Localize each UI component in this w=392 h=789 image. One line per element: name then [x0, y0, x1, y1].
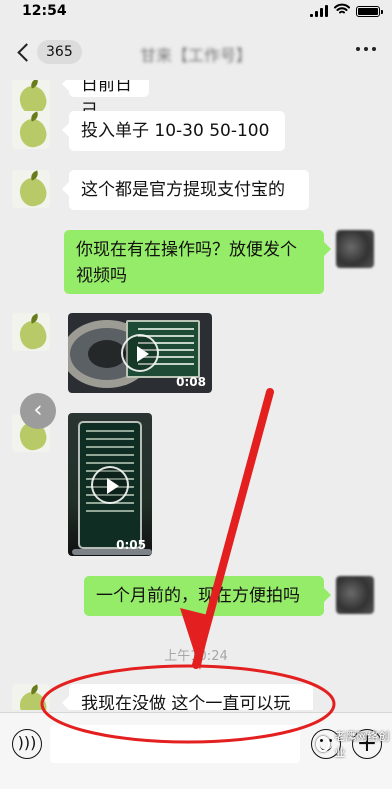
- more-dot-icon: [364, 47, 368, 51]
- video-message[interactable]: 0:08: [68, 313, 212, 393]
- contact-avatar[interactable]: [12, 170, 50, 208]
- back-button[interactable]: 365: [12, 40, 82, 64]
- watermark: 老鹰网络创业: [316, 728, 392, 760]
- wechat-chat-screen: 12:54 365 甘来【工作号】 日前日己 投入单子 10-30 50-100…: [0, 0, 392, 789]
- signal-icon: [310, 5, 328, 17]
- battery-icon: [356, 5, 383, 17]
- video-message[interactable]: 0:05: [68, 413, 152, 556]
- message-bubble-outgoing[interactable]: 你现在有在操作吗？放便发个 视频吗: [64, 230, 331, 294]
- contact-avatar[interactable]: [12, 111, 50, 149]
- status-time: 12:54: [22, 3, 67, 19]
- contact-avatar[interactable]: [12, 313, 50, 351]
- watermark-text: 老鹰网络创业: [334, 730, 390, 759]
- wifi-icon: [334, 3, 350, 19]
- self-avatar[interactable]: [336, 230, 374, 268]
- video-duration: 0:05: [116, 538, 146, 552]
- contact-avatar[interactable]: [12, 684, 50, 710]
- more-dot-icon: [372, 47, 376, 51]
- more-options-button[interactable]: [356, 47, 376, 51]
- play-icon[interactable]: [121, 334, 159, 372]
- message-bubble-incoming[interactable]: 这个都是官方提现支付宝的: [62, 170, 309, 210]
- self-avatar[interactable]: [336, 576, 374, 614]
- voice-icon[interactable]: ))): [12, 729, 42, 759]
- watermark-logo-icon: [316, 736, 331, 752]
- chat-header: 365 甘来【工作号】: [0, 24, 392, 80]
- play-icon[interactable]: [91, 465, 129, 504]
- message-timestamp: 上午10:24: [164, 649, 228, 664]
- unread-count-badge: 365: [37, 40, 82, 64]
- message-bubble-outgoing[interactable]: 一个月前的，现在方便拍吗: [84, 576, 331, 616]
- video-duration: 0:08: [176, 375, 206, 389]
- status-bar: 12:54: [0, 0, 392, 22]
- message-bubble-incoming[interactable]: 我现在没做 这个一直可以玩: [62, 684, 313, 710]
- message-input[interactable]: [50, 725, 300, 763]
- message-bubble-incoming[interactable]: 投入单子 10-30 50-100: [62, 111, 285, 151]
- status-icons: [310, 3, 383, 19]
- chevron-left-icon[interactable]: ‹: [20, 393, 56, 429]
- more-dot-icon: [356, 47, 360, 51]
- chevron-left-icon: [17, 42, 36, 62]
- message-bubble-incoming[interactable]: 日前日己: [62, 80, 149, 121]
- message-list[interactable]: 日前日己 投入单子 10-30 50-100 这个都是官方提现支付宝的 你现在有…: [0, 80, 392, 710]
